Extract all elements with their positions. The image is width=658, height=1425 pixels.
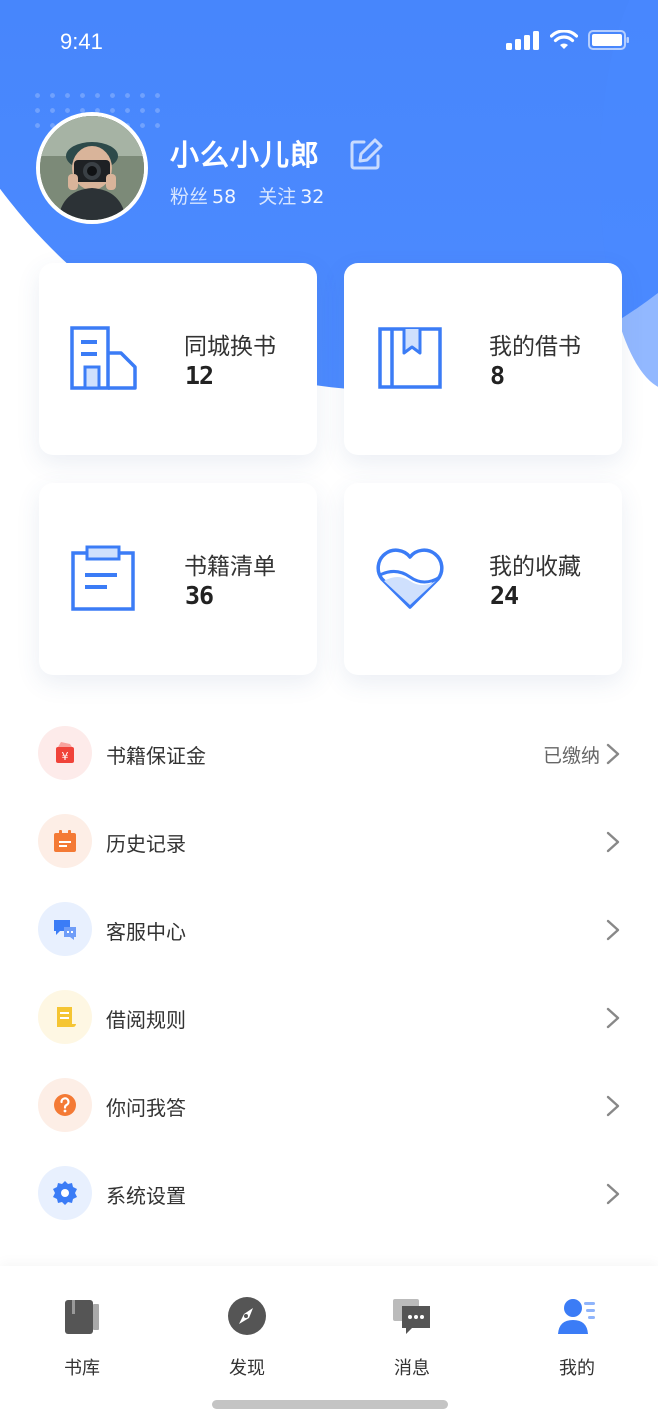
fans-count: 58 — [212, 186, 237, 208]
chevron-right-icon — [606, 743, 620, 765]
home-indicator — [212, 1400, 448, 1409]
card-book-list[interactable]: 书籍清单 36 — [39, 483, 317, 675]
status-time: 9:41 — [60, 29, 103, 54]
question-icon — [38, 1078, 92, 1132]
fans-label: 粉丝 — [170, 186, 209, 208]
menu-item-label: 系统设置 — [106, 1184, 186, 1208]
card-count: 24 — [490, 581, 519, 610]
card-count: 8 — [490, 361, 505, 390]
card-title: 同城换书 — [184, 334, 276, 360]
library-icon — [65, 1300, 99, 1334]
chevron-right-icon — [606, 831, 620, 853]
menu-item-customer-service[interactable]: 客服中心 — [0, 886, 658, 974]
deposit-icon: ¥ — [38, 726, 92, 780]
avatar-photo — [40, 116, 144, 220]
card-title: 书籍清单 — [184, 554, 276, 580]
chevron-right-icon — [606, 1095, 620, 1117]
fans-stat[interactable]: 粉丝 58 — [170, 182, 236, 209]
menu-item-qa[interactable]: 你问我答 — [0, 1062, 658, 1150]
signal-icon — [506, 31, 539, 50]
calendar-icon — [38, 814, 92, 868]
settings-menu: ¥ 书籍保证金 已缴纳 历史记录 客服中心 借阅规则 你问我答 系统设置 — [0, 710, 658, 1326]
chevron-right-icon — [606, 1007, 620, 1029]
menu-item-label: 历史记录 — [106, 832, 186, 856]
tab-label: 我的 — [559, 1358, 595, 1379]
avatar[interactable] — [36, 112, 148, 224]
compass-icon — [228, 1297, 266, 1335]
chevron-right-icon — [606, 1183, 620, 1205]
menu-item-label: 你问我答 — [106, 1096, 186, 1120]
wifi-icon — [550, 30, 578, 49]
menu-item-deposit[interactable]: ¥ 书籍保证金 已缴纳 — [0, 710, 658, 798]
battery-icon — [588, 30, 629, 50]
deposit-status: 已缴纳 — [542, 745, 600, 767]
card-favorites[interactable]: 我的收藏 24 — [344, 483, 622, 675]
menu-item-borrow-rules[interactable]: 借阅规则 — [0, 974, 658, 1062]
message-icon — [393, 1299, 430, 1334]
scroll-icon — [38, 990, 92, 1044]
heart-icon — [376, 548, 444, 609]
tab-discover[interactable]: 发现 — [197, 1294, 297, 1380]
tab-profile[interactable]: 我的 — [527, 1294, 627, 1380]
menu-item-label: 书籍保证金 — [106, 744, 206, 768]
tab-label: 消息 — [394, 1358, 430, 1379]
card-count: 36 — [185, 581, 214, 610]
card-title: 我的借书 — [489, 334, 581, 360]
menu-item-history[interactable]: 历史记录 — [0, 798, 658, 886]
follow-stats: 粉丝 58 关注 32 — [170, 182, 324, 209]
card-my-borrowed[interactable]: 我的借书 8 — [344, 263, 622, 455]
clipboard-icon — [71, 545, 135, 611]
status-bar: 9:41 — [0, 0, 658, 86]
following-stat[interactable]: 关注 32 — [258, 182, 324, 209]
following-count: 32 — [300, 186, 325, 208]
menu-item-settings[interactable]: 系统设置 — [0, 1150, 658, 1238]
status-icons — [506, 30, 630, 50]
username: 小么小儿郎 — [170, 138, 321, 172]
menu-item-label: 借阅规则 — [106, 1008, 186, 1032]
building-icon — [70, 326, 137, 390]
chat-icon — [38, 902, 92, 956]
following-label: 关注 — [258, 186, 297, 208]
tab-label: 发现 — [229, 1358, 265, 1379]
book-icon — [378, 327, 442, 389]
card-city-exchange[interactable]: 同城换书 12 — [39, 263, 317, 455]
card-count: 12 — [185, 361, 214, 390]
tab-label: 书库 — [64, 1358, 100, 1379]
profile-icon — [558, 1299, 595, 1334]
edit-profile-icon[interactable] — [348, 136, 384, 172]
tab-messages[interactable]: 消息 — [362, 1294, 462, 1380]
svg-text:¥: ¥ — [62, 750, 69, 763]
menu-item-label: 客服中心 — [106, 920, 186, 944]
card-title: 我的收藏 — [489, 554, 581, 580]
gear-icon — [38, 1166, 92, 1220]
tab-library[interactable]: 书库 — [32, 1294, 132, 1380]
chevron-right-icon — [606, 919, 620, 941]
